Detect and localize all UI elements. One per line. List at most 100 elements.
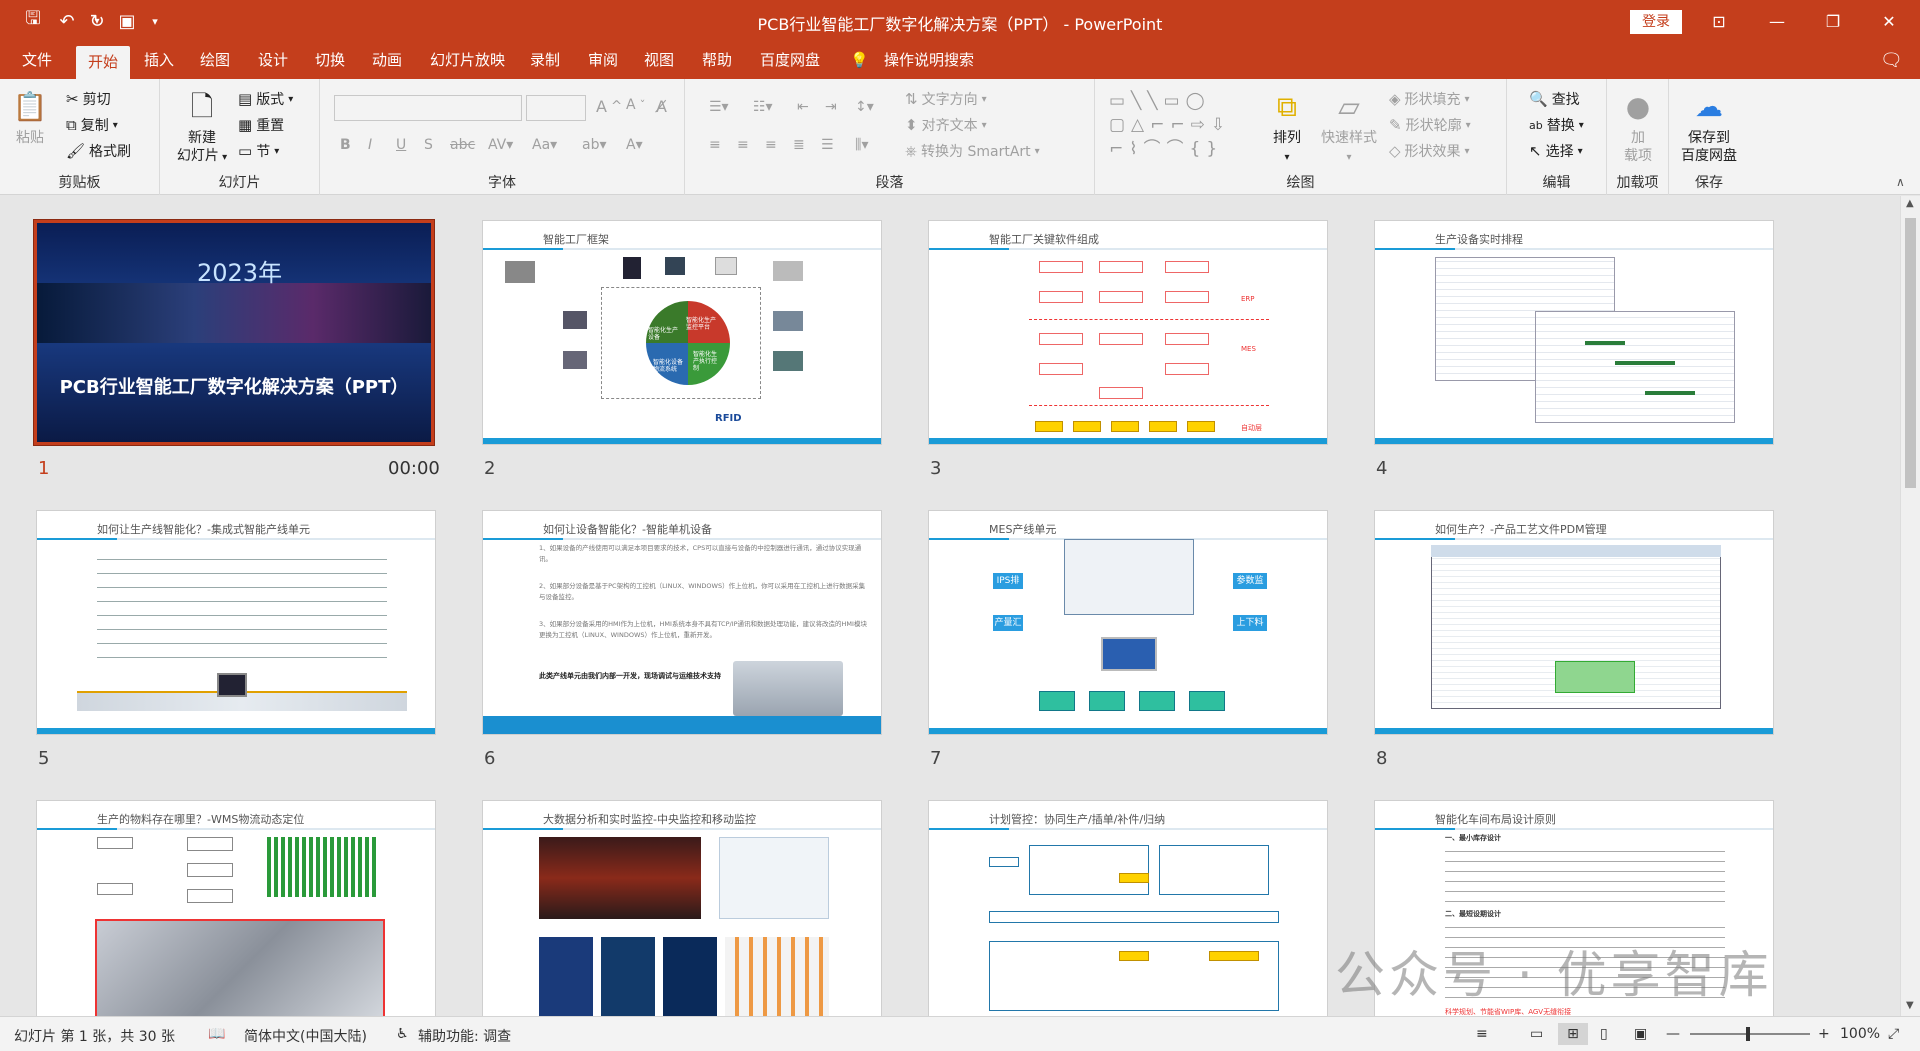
underline-icon[interactable]: U xyxy=(396,137,406,153)
character-spacing-icon[interactable]: AV▾ xyxy=(488,137,513,153)
slide-count-status[interactable]: 幻灯片 第 1 张，共 30 张 xyxy=(14,1026,175,1046)
slide-thumbnail-9[interactable]: 生产的物料存在哪里？-WMS物流动态定位 xyxy=(36,800,436,1016)
pen-icon: ✎ xyxy=(1389,116,1402,134)
slide-thumbnail-11[interactable]: 计划管控：协同生产/插单/补件/归纳 xyxy=(928,800,1328,1016)
tab-review[interactable]: 审阅 xyxy=(576,42,630,79)
tab-baidu-netdisk[interactable]: 百度网盘 xyxy=(748,42,832,79)
tab-transitions[interactable]: 切换 xyxy=(303,42,357,79)
replace-button[interactable]: ab 替换 ▾ xyxy=(1529,115,1584,135)
slide-thumbnail-4[interactable]: 生产设备实时排程 xyxy=(1374,220,1774,445)
tab-view[interactable]: 视图 xyxy=(632,42,686,79)
format-painter-button[interactable]: 🖌 格式刷 xyxy=(66,141,131,161)
tab-draw[interactable]: 绘图 xyxy=(188,42,242,79)
editing-group-label: 编辑 xyxy=(1542,175,1571,191)
tell-me-search[interactable]: 操作说明搜索 xyxy=(872,42,986,79)
tab-animations[interactable]: 动画 xyxy=(360,42,414,79)
spelling-icon[interactable]: 📖 xyxy=(208,1026,225,1042)
tab-file[interactable]: 文件 xyxy=(10,42,64,79)
grow-font-icon[interactable]: A ^ xyxy=(596,97,622,116)
shape-effects-button[interactable]: ◇ 形状效果 ▾ xyxy=(1389,141,1470,161)
normal-view-icon[interactable]: ▭ xyxy=(1530,1026,1543,1042)
restore-icon[interactable]: ❐ xyxy=(1810,0,1856,42)
zoom-out-icon[interactable]: — xyxy=(1666,1026,1680,1042)
slideshow-view-icon[interactable]: ▣ xyxy=(1634,1026,1647,1042)
font-color-icon[interactable]: A▾ xyxy=(626,137,643,153)
strikethrough-icon[interactable]: abc xyxy=(450,137,475,153)
bullets-icon[interactable]: ☰▾ xyxy=(709,99,729,115)
accessibility-status[interactable]: 辅助功能: 调查 xyxy=(418,1026,511,1046)
paste-button[interactable]: 📋 粘贴 xyxy=(10,89,50,147)
language-status[interactable]: 简体中文(中国大陆) xyxy=(244,1026,367,1046)
align-right-icon[interactable]: ≡ xyxy=(765,137,777,153)
convert-smartart-button[interactable]: ⎈ 转换为 SmartArt ▾ xyxy=(905,141,1040,161)
bold-icon[interactable]: B xyxy=(340,137,351,153)
slide-thumbnail-10[interactable]: 大数据分析和实时监控-中央监控和移动监控 xyxy=(482,800,882,1016)
notes-icon[interactable]: ≡ xyxy=(1476,1026,1488,1042)
shapes-gallery[interactable]: ▭╲╲▭◯ ▢△⌐⌐⇨⇩ ⌐⌇⌒⌒{} xyxy=(1109,89,1259,167)
layout-button[interactable]: ▤ 版式 ▾ xyxy=(238,89,293,109)
reset-button[interactable]: ▦ 重置 xyxy=(238,115,284,135)
distributed-icon[interactable]: ☰ xyxy=(821,137,834,153)
align-text-button[interactable]: ⬍ 对齐文本 ▾ xyxy=(905,115,987,135)
login-button[interactable]: 登录 xyxy=(1630,10,1682,34)
change-case-icon[interactable]: Aa▾ xyxy=(532,137,557,153)
new-slide-button[interactable]: 🗋 新建 幻灯片 ▾ xyxy=(174,89,230,167)
shape-fill-button[interactable]: ◈ 形状填充 ▾ xyxy=(1389,89,1470,109)
tab-help[interactable]: 帮助 xyxy=(690,42,744,79)
collapse-ribbon-icon[interactable]: ∧ xyxy=(1896,175,1905,189)
decrease-indent-icon[interactable]: ⇤ xyxy=(797,99,809,115)
scroll-up-icon[interactable]: ▲ xyxy=(1906,198,1914,209)
shape-outline-button[interactable]: ✎ 形状轮廓 ▾ xyxy=(1389,115,1471,135)
zoom-slider-thumb[interactable] xyxy=(1746,1027,1750,1041)
columns-icon[interactable]: ⫼▾ xyxy=(855,137,868,153)
zoom-level[interactable]: 100% xyxy=(1840,1026,1880,1042)
text-shadow-icon[interactable]: S xyxy=(424,137,433,153)
tab-home[interactable]: 开始 xyxy=(76,46,131,79)
slide-sorter-view-icon[interactable]: ⊞ xyxy=(1558,1023,1588,1045)
italic-icon[interactable]: I xyxy=(368,137,372,153)
section-button[interactable]: ▭ 节 ▾ xyxy=(238,141,279,161)
tab-record[interactable]: 录制 xyxy=(518,42,572,79)
increase-indent-icon[interactable]: ⇥ xyxy=(825,99,837,115)
tab-slideshow[interactable]: 幻灯片放映 xyxy=(418,42,517,79)
text-direction-button[interactable]: ⇅ 文字方向 ▾ xyxy=(905,89,987,109)
ribbon-display-options-icon[interactable]: ⊡ xyxy=(1696,0,1742,42)
comments-icon[interactable]: 🗨 xyxy=(1868,42,1915,79)
quick-styles-button[interactable]: ▱ 快速样式 ▾ xyxy=(1317,89,1381,167)
tab-design[interactable]: 设计 xyxy=(246,42,300,79)
select-button[interactable]: ↖ 选择 ▾ xyxy=(1529,141,1583,161)
align-left-icon[interactable]: ≡ xyxy=(709,137,721,153)
slide-thumbnail-8[interactable]: 如何生产？-产品工艺文件PDM管理 xyxy=(1374,510,1774,735)
reading-view-icon[interactable]: ▯ xyxy=(1600,1026,1608,1042)
arrange-button[interactable]: ⧉ 排列 ▾ xyxy=(1265,89,1309,167)
numbering-icon[interactable]: ☷▾ xyxy=(753,99,773,115)
scroll-down-icon[interactable]: ▼ xyxy=(1906,1000,1914,1011)
fit-to-window-icon[interactable]: ⤢ xyxy=(1888,1026,1899,1042)
font-size-combo[interactable] xyxy=(526,95,586,121)
slide-thumbnail-3[interactable]: 智能工厂关键软件组成 ERP MES 自动层 xyxy=(928,220,1328,445)
justify-icon[interactable]: ≣ xyxy=(793,137,805,153)
highlight-icon[interactable]: ab▾ xyxy=(582,137,607,153)
align-center-icon[interactable]: ≡ xyxy=(737,137,749,153)
addins-button[interactable]: ● 加载项 xyxy=(1617,89,1659,165)
copy-button[interactable]: ⧉ 复制 ▾ xyxy=(66,115,118,135)
slide-thumbnail-7[interactable]: MES产线单元 IPS排程 产量汇报 参数监控 上下料呼叫 xyxy=(928,510,1328,735)
save-to-baidu-button[interactable]: ☁ 保存到 百度网盘 xyxy=(1673,89,1745,165)
tab-insert[interactable]: 插入 xyxy=(132,42,186,79)
slide-thumbnail-1[interactable]: 2023年 PCB行业智能工厂数字化解决方案（PPT） xyxy=(33,219,435,446)
font-family-combo[interactable] xyxy=(334,95,522,121)
line-spacing-icon[interactable]: ↕▾ xyxy=(855,99,874,115)
minimize-icon[interactable]: — xyxy=(1754,0,1800,42)
zoom-slider[interactable] xyxy=(1690,1027,1810,1041)
clear-formatting-icon[interactable]: A̸ xyxy=(656,97,667,116)
cut-button[interactable]: ✂ 剪切 xyxy=(66,89,111,109)
find-button[interactable]: 🔍 查找 xyxy=(1529,89,1580,109)
slide-thumbnail-5[interactable]: 如何让生产线智能化？-集成式智能产线单元 xyxy=(36,510,436,735)
shrink-font-icon[interactable]: Aˇ xyxy=(626,97,645,113)
scrollbar-thumb[interactable] xyxy=(1905,218,1916,488)
close-icon[interactable]: ✕ xyxy=(1866,0,1912,42)
vertical-scrollbar[interactable]: ▲ ▼ xyxy=(1900,196,1920,1016)
slide-thumbnail-2[interactable]: 智能工厂框架 智能化生产监控平台 智能化生产执行控制 智能化设备物流系统 智能化… xyxy=(482,220,882,445)
slide-thumbnail-6[interactable]: 如何让设备智能化？-智能单机设备 1、如果设备的产线使用可以满足本项目要求的技术… xyxy=(482,510,882,735)
zoom-in-icon[interactable]: + xyxy=(1818,1026,1830,1042)
